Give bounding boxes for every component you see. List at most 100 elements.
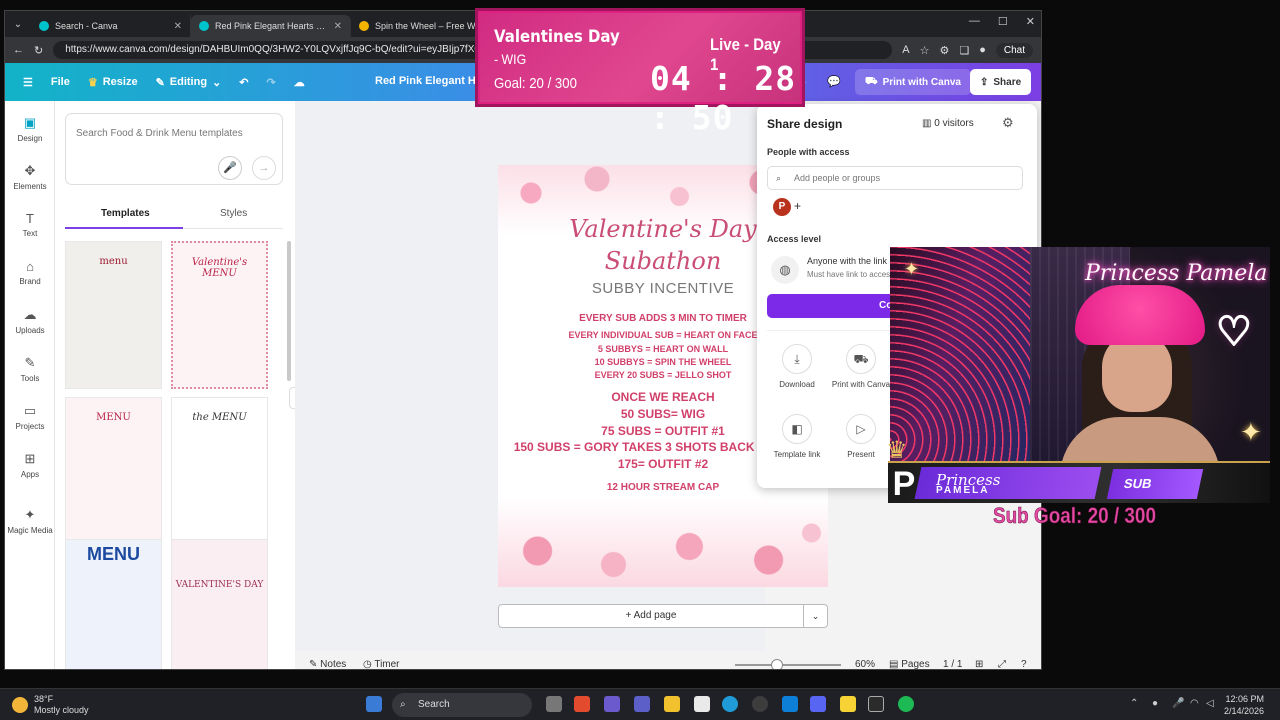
action-label: Present [847,450,875,459]
redo-icon[interactable]: ↷ [267,76,276,89]
microphone-icon[interactable]: 🎤 [1172,698,1184,709]
taskbar-search[interactable]: ⌕ Search [392,693,532,717]
add-people-input[interactable]: ⌕ Add people or groups [767,166,1023,190]
add-page-button[interactable]: + Add page [498,604,804,628]
back-icon[interactable]: ← [13,44,24,56]
template-thumbnail[interactable]: Valentine's MENU [171,241,268,389]
file-explorer-icon[interactable] [664,696,680,712]
store-icon[interactable] [694,696,710,712]
app-icon[interactable] [604,696,620,712]
tab-search-canva[interactable]: Search - Canva ✕ [31,15,191,37]
file-menu[interactable]: File [51,76,70,88]
rail-projects[interactable]: ▭ Projects [5,403,55,431]
tab-styles[interactable]: Styles [220,208,247,219]
rail-elements[interactable]: ✥ Elements [5,163,55,191]
profile-icon[interactable]: ● [979,44,986,56]
edge-icon[interactable] [722,696,738,712]
pages-label: Pages [901,659,930,670]
present-action[interactable]: ▷ Present [831,414,891,459]
tab-canva-design[interactable]: Red Pink Elegant Hearts Valentine ✕ [191,15,351,37]
close-tab-icon[interactable]: ✕ [334,21,342,32]
print-action[interactable]: ⛟ Print with Canva [831,344,891,389]
truck-icon: ⛟ [846,344,876,374]
menu-toggle-icon[interactable]: ☰ [23,76,33,89]
timer-button[interactable]: ◷ Timer [363,659,400,669]
task-view-icon[interactable] [546,696,562,712]
zoom-slider-knob[interactable] [771,659,784,669]
avatar[interactable]: P [773,198,791,216]
rail-design[interactable]: ▣ Design [5,115,55,143]
grid-view-icon[interactable]: ⊞ [975,659,983,669]
template-link-action[interactable]: ◧ Template link [767,414,827,459]
copilot-chat-button[interactable]: Chat [995,42,1033,58]
tray-app-icon[interactable]: ● [1152,698,1158,709]
gear-icon[interactable]: ⚙ [1002,115,1014,131]
favorite-icon[interactable]: ☆ [920,44,930,57]
editing-mode-button[interactable]: ✎ Editing ⌄ [156,76,222,89]
tab-templates[interactable]: Templates [101,208,150,219]
close-window-icon[interactable]: ✕ [1026,15,1035,28]
template-thumbnail[interactable]: MENU [65,397,162,545]
minimize-icon[interactable]: — [969,15,980,28]
submit-arrow-icon[interactable]: → [252,156,276,180]
rail-text[interactable]: T Text [5,211,55,238]
app-icon[interactable] [868,696,884,712]
pencil-icon: ✎ [155,76,165,89]
spotify-icon[interactable] [898,696,914,712]
panel-scrollbar[interactable] [287,241,291,381]
app-icon[interactable] [782,696,798,712]
template-thumbnail[interactable]: the MENU [171,397,268,545]
uploads-icon: ☁ [23,307,37,322]
reload-icon[interactable]: ↻ [34,44,43,57]
rail-magic-media[interactable]: ✦ Magic Media [5,507,55,535]
system-clock[interactable]: 12:06 PM 2/14/2026 [1224,693,1264,717]
thumbnail-caption: Valentine's MENU [191,257,248,279]
link-access-dropdown[interactable]: Anyone with the link [807,256,887,266]
collections-icon[interactable]: ❏ [959,44,969,57]
add-person-icon[interactable]: + [794,199,801,213]
tab-title: Search - Canva [55,21,118,31]
template-thumbnail[interactable]: VALENTINE'S DAY [171,539,268,669]
rail-uploads[interactable]: ☁ Uploads [5,307,55,335]
tab-menu-icon[interactable]: ⌄ [5,19,31,30]
rail-brand[interactable]: ⌂ Brand [5,259,55,286]
discord-icon[interactable] [810,696,826,712]
rail-label: Apps [20,470,40,479]
template-thumbnail[interactable]: MENU [65,539,162,669]
maximize-icon[interactable]: ☐ [998,15,1008,28]
start-icon[interactable] [366,696,382,712]
add-page-dropdown-icon[interactable]: ⌄ [804,604,828,628]
resize-button[interactable]: ♛ Resize [88,76,138,89]
share-button[interactable]: ⇪ Share [970,69,1032,95]
app-icon[interactable] [574,696,590,712]
read-aloud-icon[interactable]: A [902,44,909,56]
help-icon[interactable]: ? [1021,659,1027,669]
tray-chevron-icon[interactable]: ⌃ [1130,698,1138,709]
extensions-icon[interactable]: ⚙ [939,44,949,57]
volume-icon[interactable]: ◁ [1206,698,1214,709]
download-action[interactable]: ⤓ Download [767,344,827,389]
rail-tools[interactable]: ✎ Tools [5,355,55,383]
undo-icon[interactable]: ↶ [239,76,248,89]
template-search-input[interactable]: Search Food & Drink Menu templates 🎤 → [65,113,283,185]
cloud-saved-icon[interactable]: ☁ [294,76,305,89]
obs-icon[interactable] [752,696,768,712]
print-with-canva-button[interactable]: ⛟ Print with Canva [855,69,971,95]
fullscreen-icon[interactable]: ⤢ [998,659,1006,669]
teams-icon[interactable] [634,696,650,712]
rail-apps[interactable]: ⊞ Apps [5,451,55,479]
sparkle-icon: ✦ [1240,417,1262,447]
notes-button[interactable]: ✎ Notes [309,659,346,669]
close-tab-icon[interactable]: ✕ [174,21,182,32]
visitors-button[interactable]: ▥ 0 visitors [922,118,974,129]
pages-button[interactable]: ▤ Pages [889,659,930,670]
zoom-level[interactable]: 60% [855,659,875,669]
countdown-clock: 04 : 28 : 50 [650,59,797,137]
weather-widget[interactable]: 38°F Mostly cloudy [12,694,89,716]
zoom-slider-track[interactable] [735,664,841,666]
sticky-notes-icon[interactable] [840,696,856,712]
comment-icon[interactable]: 💬 [827,75,841,88]
microphone-icon[interactable]: 🎤 [218,156,242,180]
wifi-icon[interactable]: ◠ [1190,698,1199,709]
template-thumbnail[interactable]: menu [65,241,162,389]
